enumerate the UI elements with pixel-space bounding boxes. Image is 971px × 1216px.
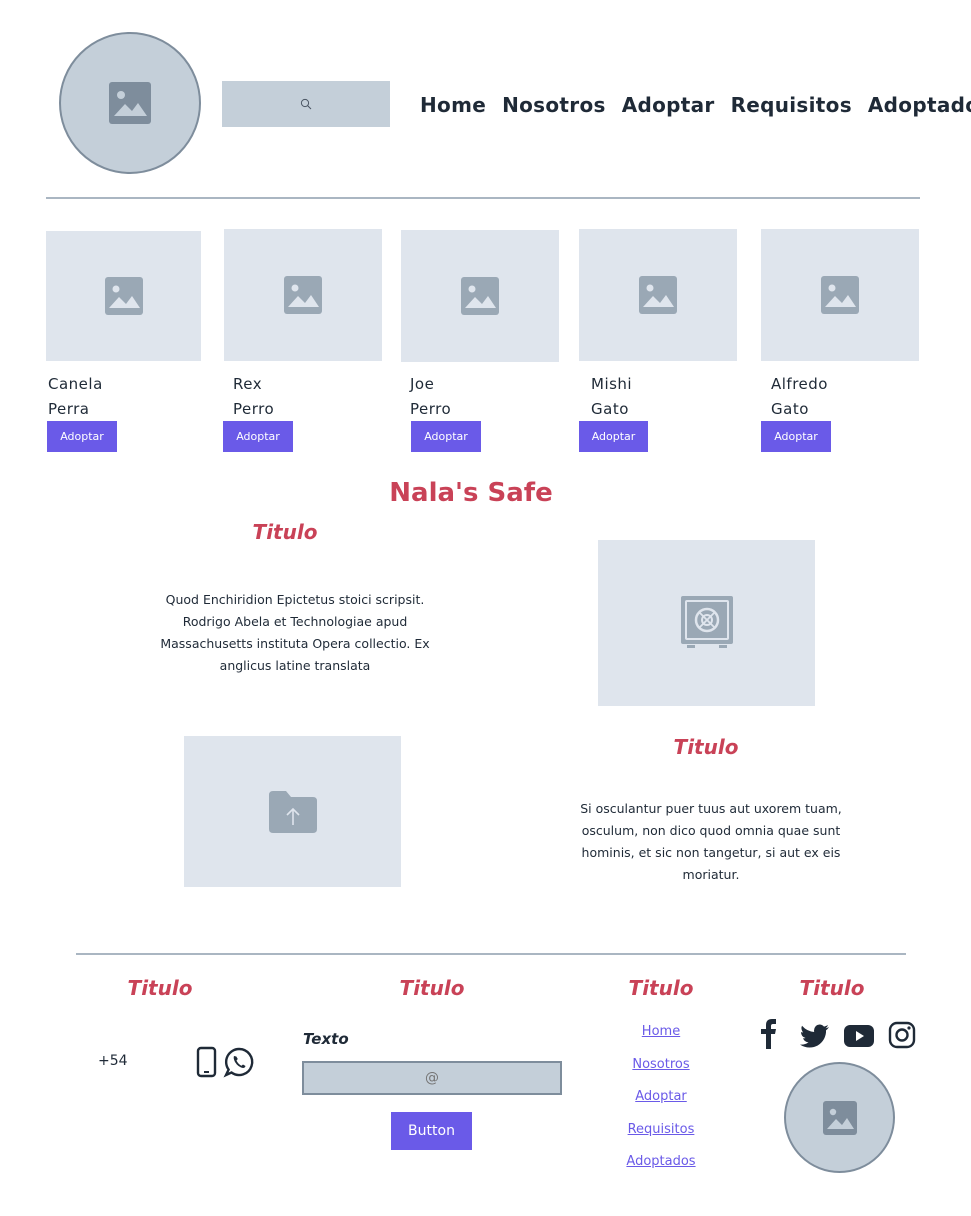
search-input[interactable]: [222, 81, 390, 127]
pet-info: Mishi Gato: [591, 372, 632, 422]
nav-requisitos[interactable]: Requisitos: [731, 93, 852, 117]
pet-photo[interactable]: [579, 229, 737, 361]
instagram-icon[interactable]: [888, 1021, 916, 1049]
image-icon: [821, 276, 859, 314]
image-icon: [284, 276, 322, 314]
adopt-button[interactable]: Adoptar: [47, 421, 117, 452]
social-icons: [760, 1018, 916, 1050]
whatsapp-icon[interactable]: [223, 1046, 255, 1078]
twitter-icon[interactable]: [800, 1024, 830, 1050]
footer-title: Titulo: [799, 976, 865, 1000]
search-icon: [300, 98, 312, 110]
image-icon: [109, 82, 151, 124]
footer-link-nosotros[interactable]: Nosotros: [611, 1057, 711, 1090]
phone-icon[interactable]: [196, 1046, 218, 1078]
footer-title: Titulo: [127, 976, 193, 1000]
footer-link-adoptados[interactable]: Adoptados: [611, 1154, 711, 1187]
adopt-button[interactable]: Adoptar: [579, 421, 648, 452]
adopt-button[interactable]: Adoptar: [761, 421, 831, 452]
email-field[interactable]: [302, 1061, 562, 1095]
upload-image: [184, 736, 401, 887]
pet-photo[interactable]: [761, 229, 919, 361]
footer-title: Titulo: [399, 976, 465, 1000]
image-icon: [461, 277, 499, 315]
header-divider: [46, 197, 920, 199]
footer-logo[interactable]: [784, 1062, 895, 1173]
footer-title: Titulo: [628, 976, 694, 1000]
pet-species: Perra: [48, 400, 90, 418]
footer-link-adoptar[interactable]: Adoptar: [611, 1089, 711, 1122]
pet-info: Joe Perro: [410, 372, 451, 422]
pet-info: Alfredo Gato: [771, 372, 828, 422]
section-text: Quod Enchiridion Epictetus stoici scrips…: [160, 592, 430, 673]
pet-info: Canela Perra: [48, 372, 103, 422]
form-label: Texto: [303, 1030, 349, 1048]
image-icon: [639, 276, 677, 314]
nav-nosotros[interactable]: Nosotros: [502, 93, 606, 117]
safe-image: [598, 540, 815, 706]
section-title: Titulo: [673, 735, 739, 759]
pet-info: Rex Perro: [233, 372, 274, 422]
pet-species: Perro: [410, 400, 452, 418]
youtube-icon[interactable]: [844, 1025, 874, 1047]
pet-name: Rex: [233, 375, 263, 393]
pet-name: Canela: [48, 375, 103, 393]
pet-photo[interactable]: [46, 231, 201, 361]
folder-upload-icon: [268, 790, 317, 833]
main-nav: Home Nosotros Adoptar Requisitos Adoptad…: [420, 90, 971, 120]
contact-icons: [196, 1046, 255, 1078]
pet-species: Perro: [233, 400, 275, 418]
adopt-button[interactable]: Adoptar: [411, 421, 481, 452]
section-title: Titulo: [252, 520, 318, 544]
footer-links: Home Nosotros Adoptar Requisitos Adoptad…: [611, 1024, 711, 1187]
pet-photo[interactable]: [224, 229, 382, 361]
phone-number: +54: [98, 1053, 128, 1069]
footer-divider: [76, 953, 906, 955]
image-icon: [822, 1100, 857, 1135]
nav-home[interactable]: Home: [420, 93, 486, 117]
adopt-button[interactable]: Adoptar: [223, 421, 293, 452]
logo[interactable]: [59, 32, 201, 174]
pet-species: Gato: [771, 400, 809, 418]
nav-adoptar[interactable]: Adoptar: [622, 93, 715, 117]
pet-species: Gato: [591, 400, 629, 418]
safe-icon: [680, 596, 733, 648]
footer-link-requisitos[interactable]: Requisitos: [611, 1122, 711, 1155]
facebook-icon[interactable]: [760, 1019, 778, 1049]
pet-name: Mishi: [591, 375, 633, 393]
pet-photo[interactable]: [401, 230, 559, 362]
nav-adoptados[interactable]: Adoptados: [868, 93, 971, 117]
submit-button[interactable]: Button: [391, 1112, 472, 1150]
image-icon: [104, 277, 143, 315]
footer-link-home[interactable]: Home: [611, 1024, 711, 1057]
pet-name: Joe: [410, 375, 435, 393]
section-text: Si osculantur puer tuus aut uxorem tuam,…: [580, 801, 842, 882]
pet-name: Alfredo: [771, 375, 828, 393]
brand-title: Nala's Safe: [389, 478, 553, 508]
